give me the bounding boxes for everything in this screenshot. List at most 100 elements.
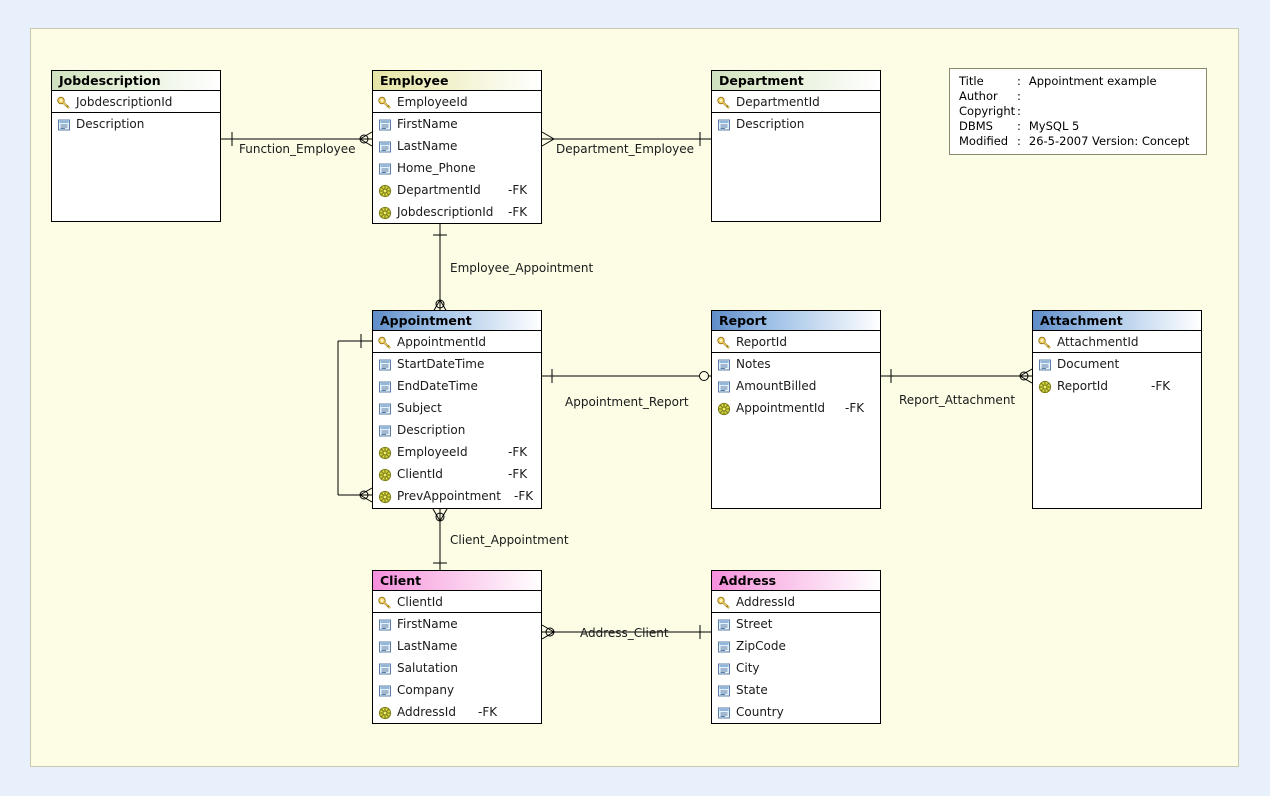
field-name: ReportId: [736, 335, 787, 349]
field-row-city[interactable]: City: [712, 657, 880, 679]
field-row-subject[interactable]: Subject: [373, 397, 541, 419]
field-fk-marker: -FK: [508, 467, 528, 481]
relationship-label-appointment-report: Appointment_Report: [565, 395, 689, 409]
entity-department[interactable]: Department DepartmentId Description: [711, 70, 881, 222]
field-name: ZipCode: [736, 639, 786, 653]
field-row-appointmentid[interactable]: AppointmentId -FK: [712, 397, 880, 419]
primary-key-icon: [717, 95, 731, 109]
field-fk-marker: -FK: [478, 705, 498, 719]
field-fk-marker: -FK: [508, 183, 528, 197]
field-row-employeeid[interactable]: EmployeeId: [373, 91, 541, 113]
diagram-canvas[interactable]: Function_Employee Department_Employee Em…: [30, 28, 1239, 767]
field-row-firstname[interactable]: FirstName: [373, 613, 541, 635]
field-name: AmountBilled: [736, 379, 817, 393]
field-row-reportid[interactable]: ReportId: [712, 331, 880, 353]
entity-body-employee: EmployeeId FirstName LastName Home_Phone…: [373, 91, 541, 223]
entity-report[interactable]: Report ReportId Notes AmountBilled Appoi…: [711, 310, 881, 509]
field-row-notes[interactable]: Notes: [712, 353, 880, 375]
er-diagram-page: Function_Employee Department_Employee Em…: [0, 0, 1270, 796]
field-row-lastname[interactable]: LastName: [373, 135, 541, 157]
field-name: StartDateTime: [397, 357, 485, 371]
entity-header-address: Address: [712, 571, 880, 591]
field-row-startdatetime[interactable]: StartDateTime: [373, 353, 541, 375]
foreign-key-icon: [378, 205, 392, 220]
column-icon: [378, 161, 392, 175]
field-name: FirstName: [397, 117, 458, 131]
field-row-street[interactable]: Street: [712, 613, 880, 635]
info-row-title: Title: Appointment example: [959, 74, 1198, 89]
entity-body-client: ClientId FirstName LastName Salutation C…: [373, 591, 541, 723]
info-label: Author: [959, 89, 998, 103]
field-name: LastName: [397, 639, 458, 653]
entity-employee[interactable]: Employee EmployeeId FirstName LastName H…: [372, 70, 542, 224]
field-name: Street: [736, 617, 773, 631]
field-name: Country: [736, 705, 784, 719]
field-name: Document: [1057, 357, 1120, 371]
field-row-departmentid[interactable]: DepartmentId: [712, 91, 880, 113]
field-row-description[interactable]: Description: [52, 113, 220, 135]
field-row-reportid[interactable]: ReportId -FK: [1033, 375, 1201, 397]
column-icon: [378, 423, 392, 437]
entity-appointment[interactable]: Appointment AppointmentId StartDateTime …: [372, 310, 542, 509]
primary-key-icon: [378, 95, 392, 109]
primary-key-icon: [1038, 335, 1052, 349]
field-row-lastname[interactable]: LastName: [373, 635, 541, 657]
entity-jobdescription[interactable]: Jobdescription JobdescriptionId Descript…: [51, 70, 221, 222]
entity-attachment[interactable]: Attachment AttachmentId Document ReportI…: [1032, 310, 1202, 509]
entity-address[interactable]: Address AddressId Street ZipCode City St…: [711, 570, 881, 724]
field-name: FirstName: [397, 617, 458, 631]
field-row-employeeid[interactable]: EmployeeId -FK: [373, 441, 541, 463]
entity-body-address: AddressId Street ZipCode City State Coun…: [712, 591, 880, 723]
field-row-country[interactable]: Country: [712, 701, 880, 723]
relationship-label-department-employee: Department_Employee: [556, 142, 695, 156]
field-row-enddatetime[interactable]: EndDateTime: [373, 375, 541, 397]
column-icon: [717, 683, 731, 697]
info-row-author: Author:: [959, 89, 1198, 104]
info-row-modified: Modified:26-5-2007 Version: Concept: [959, 134, 1198, 149]
entity-client[interactable]: Client ClientId FirstName LastName Salut…: [372, 570, 542, 724]
field-row-appointmentid[interactable]: AppointmentId: [373, 331, 541, 353]
field-row-attachmentid[interactable]: AttachmentId: [1033, 331, 1201, 353]
field-name: EndDateTime: [397, 379, 478, 393]
field-row-description[interactable]: Description: [712, 113, 880, 135]
field-row-description[interactable]: Description: [373, 419, 541, 441]
field-name: EmployeeId: [397, 95, 468, 109]
relationship-label-address-client: Address_Client: [580, 626, 669, 640]
entity-body-department: DepartmentId Description: [712, 91, 880, 135]
field-name: Description: [397, 423, 466, 437]
relationship-label-client-appointment: Client_Appointment: [450, 533, 569, 547]
field-row-zipcode[interactable]: ZipCode: [712, 635, 880, 657]
info-label: DBMS: [959, 119, 993, 133]
field-name: State: [736, 683, 768, 697]
field-row-jobdescriptionid[interactable]: JobdescriptionId -FK: [373, 201, 541, 223]
field-name: Description: [736, 117, 805, 131]
field-row-state[interactable]: State: [712, 679, 880, 701]
field-row-departmentid[interactable]: DepartmentId -FK: [373, 179, 541, 201]
entity-header-attachment: Attachment: [1033, 311, 1201, 331]
field-row-addressid[interactable]: AddressId: [712, 591, 880, 613]
entity-header-report: Report: [712, 311, 880, 331]
field-name: ClientId: [397, 595, 443, 609]
field-row-clientid[interactable]: ClientId: [373, 591, 541, 613]
info-value: 26-5-2007 Version: Concept: [1028, 134, 1190, 148]
field-row-jobdescriptionid[interactable]: JobdescriptionId: [52, 91, 220, 113]
field-name: Description: [76, 117, 145, 131]
field-fk-marker: -FK: [508, 445, 528, 459]
field-fk-marker: -FK: [514, 489, 534, 503]
field-row-clientid[interactable]: ClientId -FK: [373, 463, 541, 485]
info-separator: :: [1017, 119, 1021, 133]
field-row-amountbilled[interactable]: AmountBilled: [712, 375, 880, 397]
column-icon: [717, 357, 731, 371]
field-row-company[interactable]: Company: [373, 679, 541, 701]
field-row-firstname[interactable]: FirstName: [373, 113, 541, 135]
column-icon: [378, 683, 392, 697]
column-icon: [378, 617, 392, 631]
field-row-addressid[interactable]: AddressId -FK: [373, 701, 541, 723]
field-row-prevappointment[interactable]: PrevAppointment -FK: [373, 485, 541, 507]
field-name: City: [736, 661, 760, 675]
field-name: ClientId: [397, 467, 443, 481]
foreign-key-icon: [378, 467, 392, 482]
field-row-salutation[interactable]: Salutation: [373, 657, 541, 679]
field-row-home-phone[interactable]: Home_Phone: [373, 157, 541, 179]
field-row-document[interactable]: Document: [1033, 353, 1201, 375]
